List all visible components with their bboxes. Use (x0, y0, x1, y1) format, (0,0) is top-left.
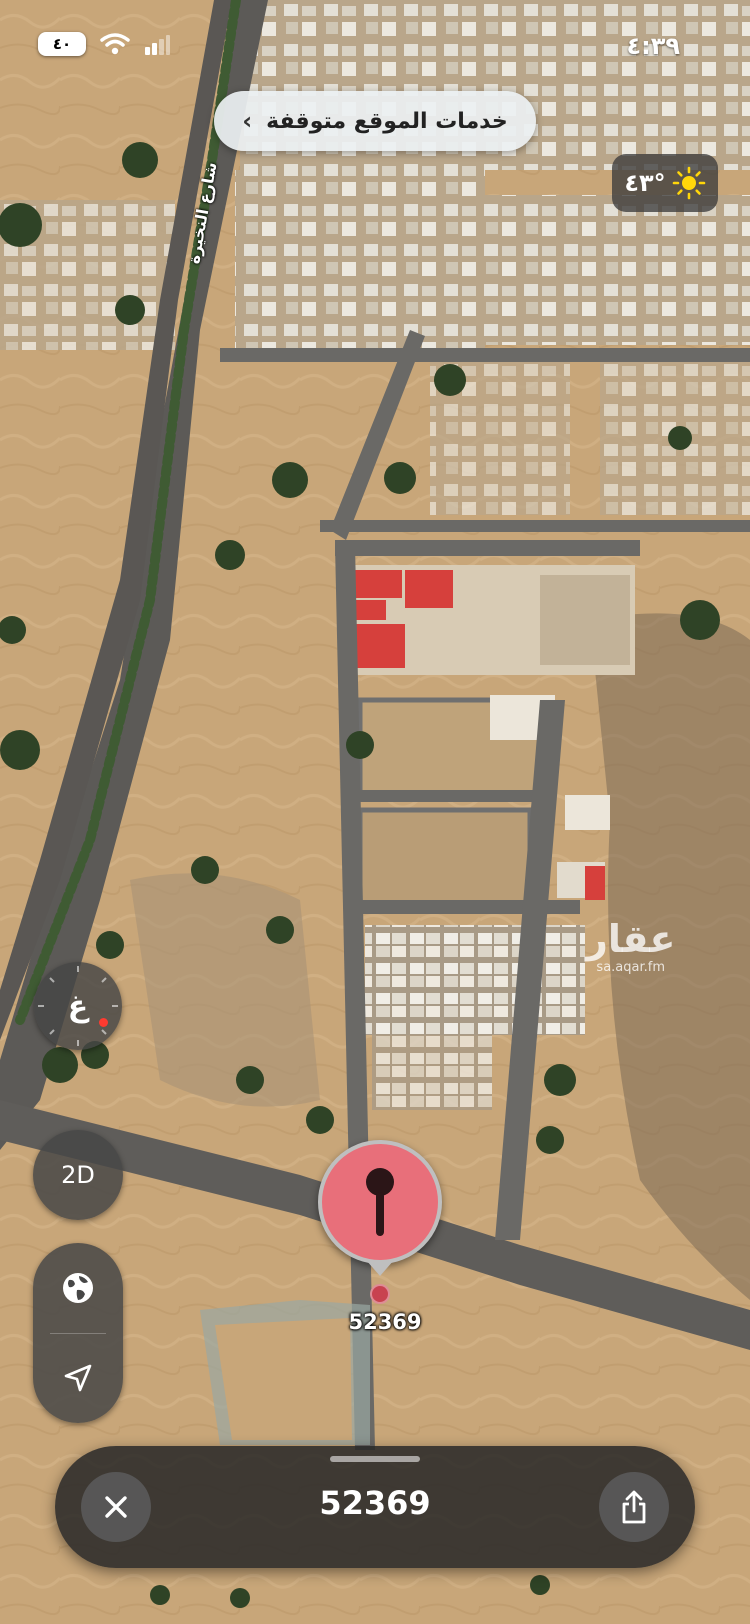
pin-bubble (318, 1140, 442, 1264)
close-button[interactable] (81, 1472, 151, 1542)
share-icon (622, 1490, 646, 1524)
map-pin[interactable] (318, 1140, 442, 1304)
sheet-grabber[interactable] (330, 1456, 420, 1462)
watermark: عقار sa.aqar.fm (586, 920, 675, 975)
weather-badge[interactable]: ٤٣° (612, 154, 718, 212)
wifi-icon (100, 33, 130, 55)
status-bar-left: ٤٠ (38, 32, 170, 56)
compass-button[interactable]: غ (34, 962, 122, 1050)
share-button[interactable] (599, 1472, 669, 1542)
view-mode-2d-button[interactable]: 2D (33, 1130, 123, 1220)
cellular-signal-icon (145, 35, 170, 55)
status-time: ٤:٣٩ (626, 32, 680, 60)
chevron-left-icon: ‹ (242, 107, 253, 135)
watermark-logo: عقار (586, 917, 676, 961)
location-services-label: خدمات الموقع متوقفة (266, 108, 508, 134)
north-marker (99, 1018, 108, 1027)
pin-location-dot (370, 1284, 390, 1304)
pin-label: 52369 (348, 1310, 422, 1334)
compass-ticks (38, 966, 118, 1046)
close-icon (105, 1496, 127, 1518)
pin-tail (366, 1260, 394, 1276)
location-arrow-icon (64, 1364, 92, 1392)
map-type-button[interactable] (33, 1243, 123, 1333)
place-bottom-sheet[interactable]: 52369 (55, 1446, 695, 1568)
sheet-title: 52369 (319, 1484, 431, 1522)
map-controls-stack (33, 1243, 123, 1423)
battery-indicator: ٤٠ (38, 32, 86, 56)
sun-icon (672, 166, 705, 200)
pin-icon (366, 1168, 394, 1236)
current-location-button[interactable] (33, 1334, 123, 1424)
watermark-url: sa.aqar.fm (596, 960, 666, 975)
globe-icon (63, 1272, 93, 1303)
location-services-banner[interactable]: ‹ خدمات الموقع متوقفة (214, 91, 536, 151)
temperature-value: ٤٣° (624, 169, 666, 197)
